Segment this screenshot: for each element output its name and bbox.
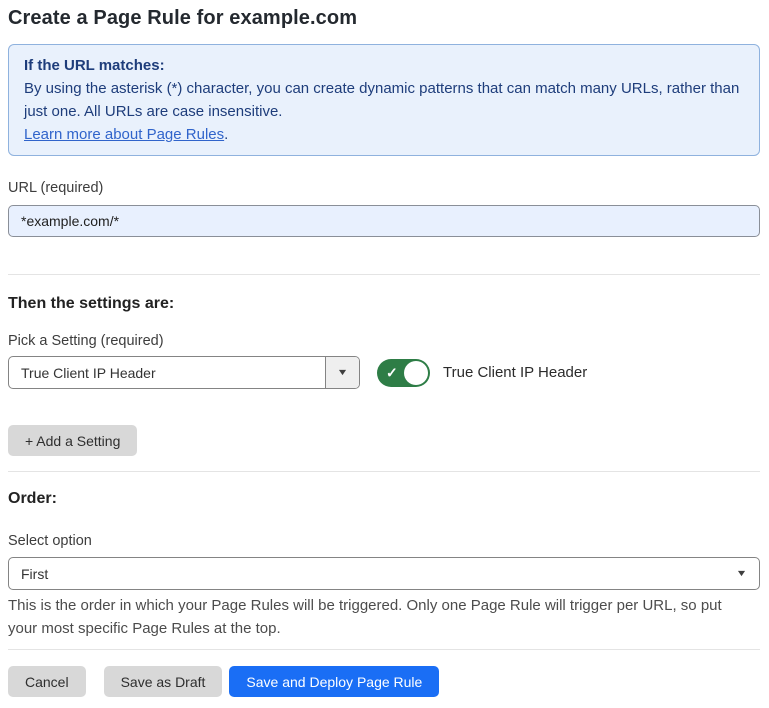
order-select-arrow: ▼ [737,569,759,578]
info-box-body: By using the asterisk (*) character, you… [24,77,744,123]
create-page-rule-form: Create a Page Rule for example.com If th… [0,0,769,697]
setting-toggle-label: True Client IP Header [443,364,587,381]
save-draft-button[interactable]: Save as Draft [104,666,223,697]
divider [8,471,760,472]
divider [8,649,760,650]
check-icon: ✓ [386,365,398,379]
setting-select[interactable]: True Client IP Header ▼ [8,356,360,389]
page-title: Create a Page Rule for example.com [8,0,760,31]
cancel-button[interactable]: Cancel [8,666,86,697]
learn-more-link[interactable]: Learn more about Page Rules [24,126,224,143]
order-heading: Order: [8,489,760,509]
order-select-label: Select option [8,531,760,551]
info-box-link-line: Learn more about Page Rules. [24,123,744,146]
setting-row: True Client IP Header ▼ ✓ True Client IP… [8,356,760,389]
order-helper-text: This is the order in which your Page Rul… [8,594,748,640]
order-select[interactable]: First ▼ [8,557,760,590]
chevron-down-icon: ▼ [736,569,748,578]
divider [8,274,760,275]
info-box-heading: If the URL matches: [24,54,744,77]
url-label: URL (required) [8,178,760,198]
toggle-knob [404,361,428,385]
pick-setting-label: Pick a Setting (required) [8,332,760,350]
url-input[interactable] [8,205,760,237]
setting-select-arrow-button[interactable]: ▼ [325,357,359,388]
settings-heading: Then the settings are: [8,294,760,314]
setting-toggle[interactable]: ✓ [377,359,430,387]
action-buttons: Cancel Save as Draft Save and Deploy Pag… [8,666,760,697]
link-suffix: . [224,126,228,143]
save-deploy-button[interactable]: Save and Deploy Page Rule [229,666,439,697]
chevron-down-icon: ▼ [336,368,348,377]
setting-select-value: True Client IP Header [9,365,325,381]
order-select-value: First [9,566,60,582]
url-match-info-box: If the URL matches: By using the asteris… [8,44,760,156]
add-setting-button[interactable]: + Add a Setting [8,425,137,456]
